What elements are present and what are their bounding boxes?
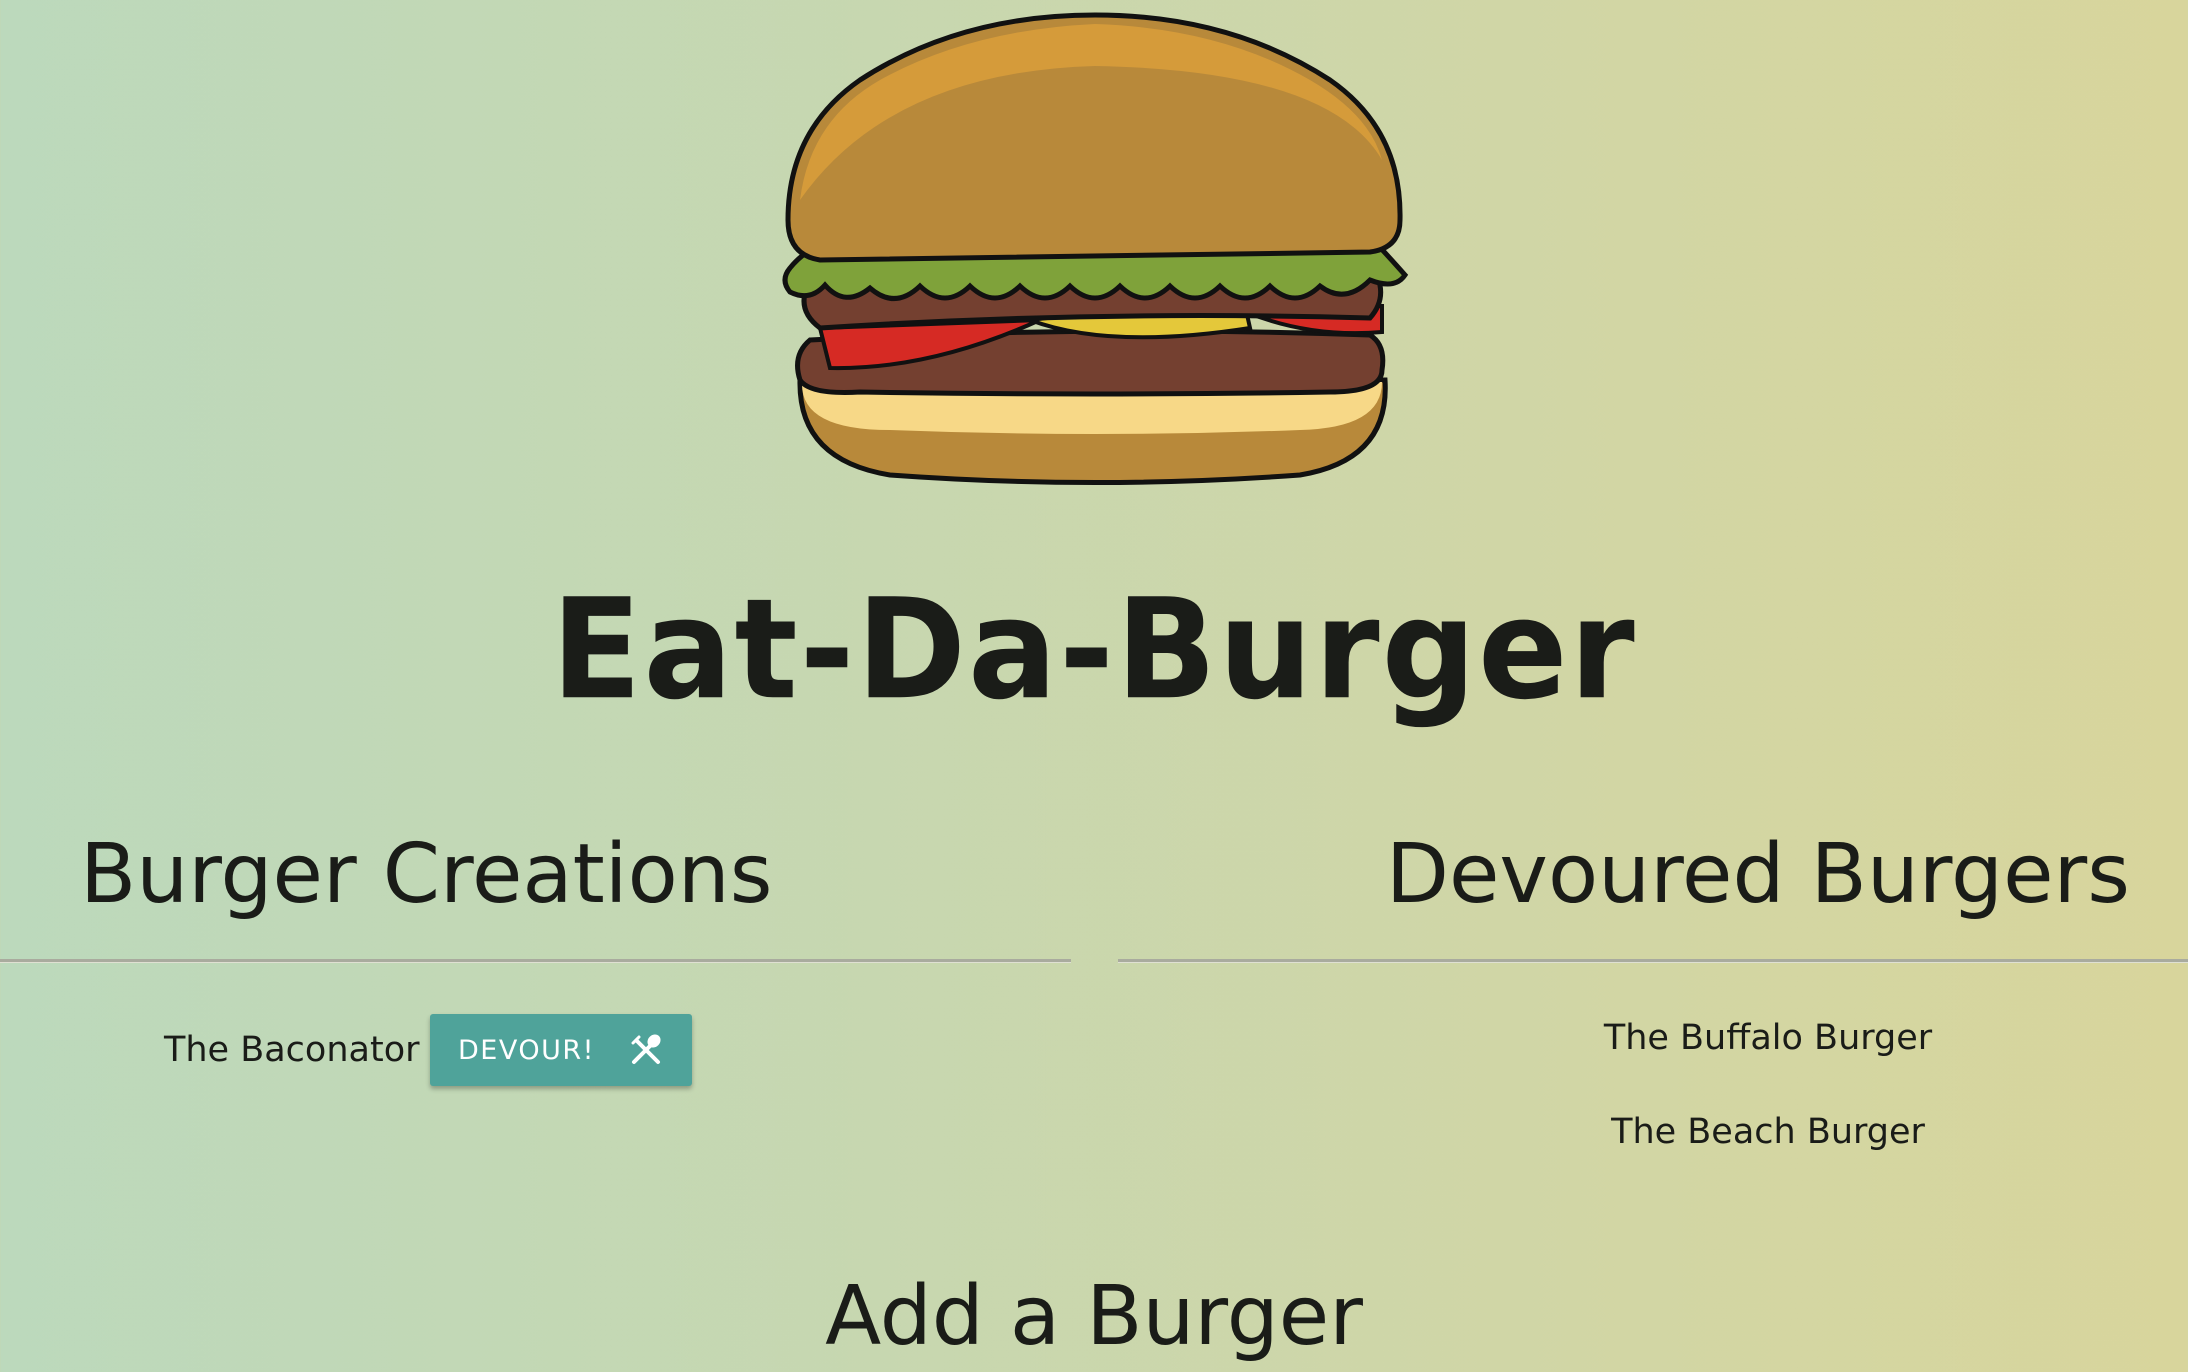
list-item: The Baconator DEVOUR! (164, 1013, 692, 1087)
add-burger-heading: Add a Burger (825, 1269, 1363, 1364)
devoured-burgers-heading: Devoured Burgers (1385, 827, 2130, 922)
fork-and-knife-icon (629, 1033, 663, 1067)
burger-creations-heading: Burger Creations (80, 827, 773, 922)
list-item: The Beach Burger (1611, 1112, 1925, 1152)
burger-name: The Baconator (164, 1030, 420, 1070)
creations-divider (0, 959, 1071, 963)
devour-button[interactable]: DEVOUR! (429, 1014, 692, 1086)
list-item: The Buffalo Burger (1603, 1018, 1933, 1058)
devoured-divider (1118, 959, 2188, 963)
devoured-list: The Buffalo Burger The Beach Burger (1118, 1015, 2188, 1215)
page-title: Eat-Da-Burger (551, 569, 1637, 731)
burger-logo-icon (770, 10, 1420, 500)
devour-button-label: DEVOUR! (458, 1034, 595, 1066)
